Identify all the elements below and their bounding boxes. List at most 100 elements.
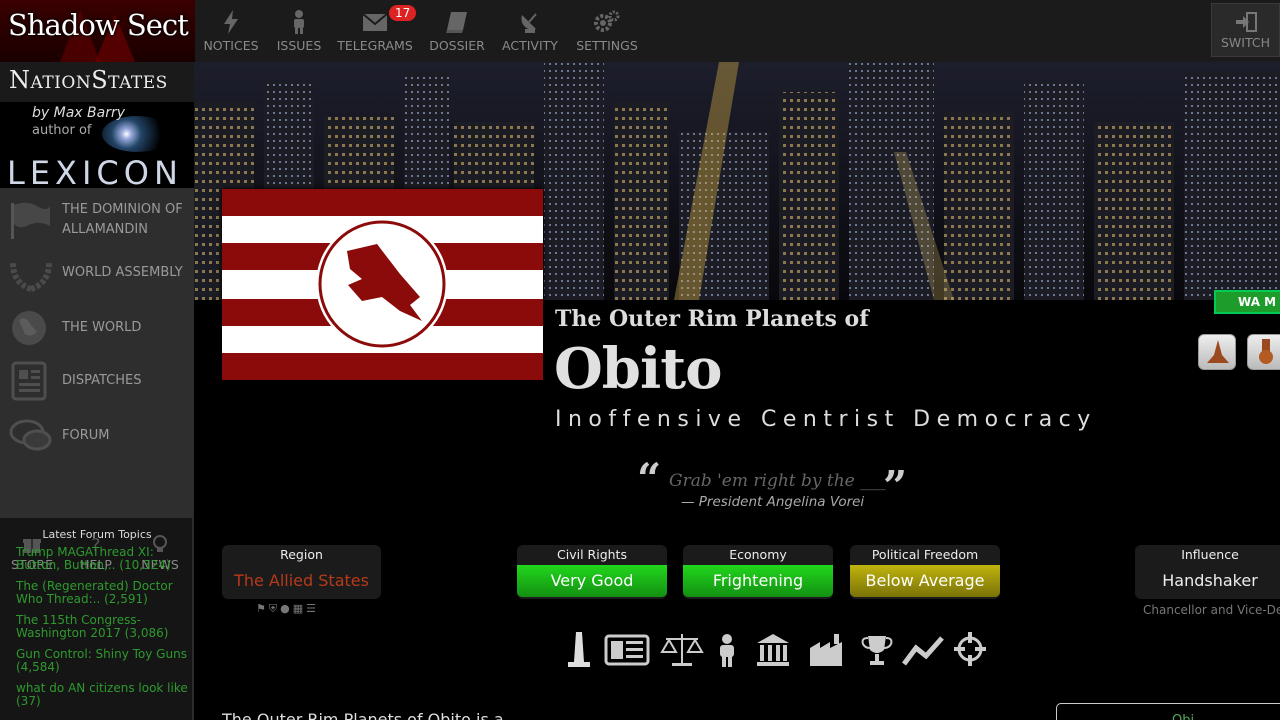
eye-icon	[102, 116, 172, 152]
nav-activity[interactable]: ACTIVITY	[500, 8, 560, 54]
nationstates-logo[interactable]: NationStates	[0, 62, 194, 102]
scales-icon[interactable]	[660, 630, 704, 670]
speech-bubbles-icon	[9, 419, 52, 451]
nation-pretitle: The Outer Rim Planets of	[555, 306, 869, 332]
sidebar-item-label: FORUM	[62, 428, 110, 443]
forum-topic-link[interactable]: The 115th Congress- Washington 2017 (3,0…	[0, 614, 194, 640]
newspaper-icon[interactable]	[604, 630, 650, 670]
switch-label: SWITCH	[1220, 35, 1270, 50]
economy-value: Frightening	[683, 565, 833, 597]
crosshair-icon[interactable]	[953, 630, 987, 670]
economy-box[interactable]: Economy Frightening	[683, 545, 833, 599]
quote-close-icon: ”	[883, 462, 908, 511]
influence-subtitle: Chancellor and Vice-De	[1143, 603, 1280, 617]
lexicon-author: author of	[32, 123, 92, 138]
page-root: Shadow Sect NOTICES ISSUES TELEGRAMS 17 …	[0, 0, 1280, 720]
forum-topic-link[interactable]: what do AN citizens look like (37)	[0, 682, 194, 708]
civil-rights-value: Very Good	[517, 565, 667, 597]
nav-dossier[interactable]: DOSSIER	[427, 8, 487, 54]
medal-icon	[1259, 339, 1273, 364]
nationstates-logo-text: NationStates	[9, 66, 168, 94]
person-icon[interactable]	[715, 630, 739, 670]
person-icon	[294, 10, 304, 34]
brand-title: Shadow Sect	[8, 8, 189, 42]
civil-rights-header: Civil Rights	[557, 547, 627, 562]
nation-motto: Grab 'em right by the ___	[669, 471, 886, 491]
political-freedom-header: Political Freedom	[871, 547, 979, 562]
sidebar-item-label: WORLD ASSEMBLY	[62, 265, 183, 280]
newspaper-icon	[11, 361, 47, 401]
trend-icon[interactable]	[902, 630, 944, 670]
region-header: Region	[280, 547, 323, 562]
nav-issues[interactable]: ISSUES	[274, 8, 324, 54]
nation-category[interactable]: Inoffensive Centrist Democracy	[555, 407, 1097, 432]
sidebar-item-region[interactable]: THE DOMINION OF ALLAMANDIN	[0, 200, 194, 244]
factory-icon[interactable]	[808, 630, 844, 670]
envelope-icon	[362, 13, 388, 31]
sidebar-item-world-assembly[interactable]: WORLD ASSEMBLY	[0, 253, 194, 293]
sidebar-item-label: THE DOMINION OF ALLAMANDIN	[62, 202, 183, 237]
nav-label: DOSSIER	[429, 38, 485, 53]
shield-icon[interactable]: ⛨	[269, 602, 280, 615]
wa-tab-label: WA M	[1238, 295, 1277, 309]
microphone-icon[interactable]: ●	[280, 602, 293, 615]
wa-member-tab[interactable]: WA M	[1214, 290, 1280, 314]
nation-description: The Outer Rim Planets of Obito is a...	[222, 710, 519, 720]
monument-icon[interactable]	[563, 630, 595, 670]
sidebar-item-forum[interactable]: FORUM	[0, 416, 194, 456]
telegram-count-badge: 17	[389, 5, 417, 21]
forum-topic-link[interactable]: Gun Control: Shiny Toy Guns (4,584)	[0, 648, 194, 674]
newspaper-icon[interactable]: ▦	[293, 602, 306, 615]
book-icon	[446, 12, 467, 33]
lexicon-word: LEXICON	[7, 154, 183, 188]
quote-open-icon: “	[637, 454, 662, 503]
region-actions: ⚑⛨●▦☰	[256, 602, 319, 616]
gears-icon	[594, 10, 620, 32]
nation-flag[interactable]	[222, 189, 543, 380]
nav-label: SETTINGS	[576, 38, 638, 53]
political-freedom-box[interactable]: Political Freedom Below Average	[850, 545, 1000, 599]
forum-topic-link[interactable]: The (Regenerated) Doctor Who Thread:.. (…	[0, 580, 194, 606]
nav-label: TELEGRAMS	[337, 38, 413, 53]
sidebar-item-label: DISPATCHES	[62, 373, 142, 388]
nav-notices[interactable]: NOTICES	[203, 8, 259, 54]
nation-brand[interactable]: Shadow Sect	[0, 0, 195, 62]
bank-icon[interactable]	[755, 630, 791, 670]
nav-label: ISSUES	[276, 38, 322, 53]
lightning-icon	[224, 10, 238, 34]
region-box[interactable]: Region The Allied States	[222, 545, 381, 599]
jet-fighter-icon	[1207, 340, 1229, 363]
satellite-dish-icon	[521, 13, 537, 33]
trophy-icon[interactable]	[860, 630, 894, 670]
flag-icon[interactable]: ⚑	[256, 602, 269, 615]
political-freedom-value: Below Average	[850, 565, 1000, 597]
nav-telegrams[interactable]: TELEGRAMS 17	[337, 5, 417, 54]
forum-topic-link[interactable]: Trump MAGAThread XI: Button, Button,.. (…	[0, 546, 194, 572]
list-icon[interactable]: ☰	[306, 602, 319, 615]
nav-label: NOTICES	[203, 38, 259, 53]
nation-leader: — President Angelina Vorei	[681, 494, 865, 510]
sidebar-nav: THE DOMINION OF ALLAMANDIN WORLD ASSEMBL…	[0, 188, 194, 572]
latest-forum-topics: Latest Forum Topics Trump MAGAThread XI:…	[0, 528, 194, 716]
influence-value: Handshaker	[1162, 571, 1258, 590]
military-badge-button[interactable]	[1198, 334, 1236, 370]
sidebar-item-the-world[interactable]: THE WORLD	[0, 308, 194, 348]
influence-header: Influence	[1181, 547, 1239, 562]
top-bar: Shadow Sect NOTICES ISSUES TELEGRAMS 17 …	[0, 0, 1280, 62]
lexicon-by: by Max Barry	[32, 105, 125, 121]
wreath-icon	[10, 262, 52, 292]
eagle-flag-icon	[222, 189, 543, 380]
flag-icon	[11, 202, 50, 239]
nation-name: Obito	[554, 336, 722, 402]
nation-link-box[interactable]: Obi	[1056, 703, 1280, 720]
medal-badge-button[interactable]	[1247, 334, 1280, 370]
forum-topics-header: Latest Forum Topics	[42, 528, 152, 541]
nav-label: ACTIVITY	[502, 38, 558, 53]
switch-nation-button[interactable]: SWITCH	[1211, 3, 1280, 57]
influence-box[interactable]: Influence Handshaker	[1135, 545, 1280, 599]
nav-settings[interactable]: SETTINGS	[575, 8, 639, 54]
lexicon-ad[interactable]: by Max Barry author of LEXICON	[0, 102, 194, 188]
region-value[interactable]: The Allied States	[222, 565, 381, 597]
sidebar-item-dispatches[interactable]: DISPATCHES	[0, 361, 194, 401]
civil-rights-box[interactable]: Civil Rights Very Good	[517, 545, 667, 599]
